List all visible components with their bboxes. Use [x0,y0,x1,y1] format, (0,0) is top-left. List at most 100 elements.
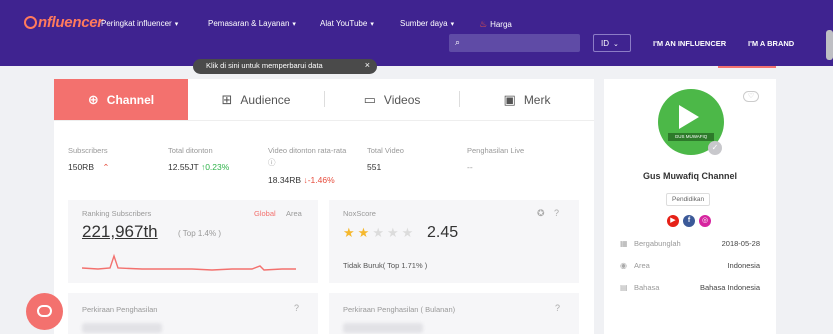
grid-icon: ⊞ [221,92,233,107]
menu-pricing[interactable]: ♨ Harga [479,19,512,30]
subscribers-value: 150RB ⌃ [68,162,110,173]
globe-icon: ⊕ [87,92,99,107]
subscribers-label: Subscribers [68,146,108,155]
total-video-label: Total Video [367,146,404,155]
refresh-tooltip[interactable]: Klik di sini untuk memperbarui data × [193,59,377,74]
chat-bubble-icon [37,305,52,317]
ranking-top: ( Top 1.4% ) [178,229,221,238]
ranking-area-toggle[interactable]: Area [286,209,302,218]
tab-channel[interactable]: ⊕ Channel [54,79,188,120]
video-icon: ▭ [363,92,376,107]
youtube-icon[interactable]: ▶ [667,215,679,227]
noxscore-stars: ★★★★★ [343,225,416,241]
live-income-label: Penghasilan Live [467,146,525,155]
area-value: Indonesia [727,261,760,270]
star-icon: ★ [401,225,417,240]
trend-icon: ⌃ [102,162,110,172]
subscribers-number: 150RB [68,162,94,172]
chevron-down-icon: ▾ [370,21,374,28]
monthly-earnings-label: Perkiraan Penghasilan ( Bulanan) [343,305,456,314]
earnings-label: Perkiraan Penghasilan [82,305,158,314]
category-badge: Pendidikan [666,193,711,206]
avg-views-change: -1.46% [307,175,335,185]
tab-videos[interactable]: ▭ Videos [325,79,459,120]
total-views-label: Total ditonton [168,146,213,155]
joined-label: Bergabunglah [634,239,681,248]
ranking-sparkline [82,253,296,271]
search-icon: ⌕ [455,37,461,47]
star-icon: ★ [372,225,387,240]
chat-button[interactable] [26,293,63,330]
brand-underline [718,66,776,68]
star-icon: ★ [343,225,358,240]
instagram-icon[interactable]: ◎ [699,215,711,227]
avg-views-value: 18.34RB ↓-1.46% [268,175,335,185]
star-icon: ★ [357,225,373,240]
noxscore-value: 2.45 [427,224,459,241]
monthly-earnings-panel: Perkiraan Penghasilan ( Bulanan) ? [329,293,579,334]
menu-label: Peringkat influencer [101,19,172,28]
avatar-banner: GUS MUWAFIQ [668,133,714,141]
earnings-panel: Perkiraan Penghasilan ? [68,293,318,334]
chevron-down-icon: ⌄ [613,41,619,48]
top-nav: nfluencer Peringkat influencer ▾ Pemasara… [0,0,833,66]
noxscore-panel: NoxScore ✪ ? ★★★★★ 2.45 Tidak Buruk( Top… [329,200,579,283]
heart-icon[interactable]: ♡ [743,91,759,102]
avg-views-label: Video ditonton rata-rata [268,146,347,155]
language-label: Bahasa [634,283,660,292]
total-views-value: 12.55JT ↑0.23% [168,162,229,172]
close-icon[interactable]: × [365,60,370,70]
menu-youtube-tools[interactable]: Alat YouTube ▾ [320,19,374,28]
tooltip-text: Klik di sini untuk memperbarui data [206,61,323,70]
info-icon[interactable]: ⓘ [268,157,276,168]
menu-label: Alat YouTube [320,19,368,28]
noxscore-desc: Tidak Buruk( Top 1.71% ) [343,261,428,270]
logo[interactable]: nfluencer [24,14,103,31]
language-select[interactable]: ID ⌄ [593,34,631,52]
ranking-value: 221,967th [82,222,158,241]
menu-label: Pemasaran & Layanan [208,19,290,28]
scrollbar[interactable] [826,30,833,60]
menu-resources[interactable]: Sumber daya ▾ [400,19,454,28]
badge-icon: ✪ [537,208,545,218]
brand-button[interactable]: I'M A BRAND [748,39,794,48]
blurred-value [343,323,423,333]
ranking-label: Ranking Subscribers [82,209,152,218]
play-icon [679,105,699,129]
tab-audience[interactable]: ⊞ Audience [189,79,323,120]
channel-overview-card: ⊕ Channel ⊞ Audience ▭ Videos ▣ Merk Subscri… [54,79,594,334]
fire-icon: ♨ [479,19,488,29]
influencer-button[interactable]: I'M AN INFLUENCER [653,39,726,48]
menu-marketing-services[interactable]: Pemasaran & Layanan ▾ [208,19,296,28]
live-income-value: -- [467,162,473,172]
help-icon[interactable]: ? [555,303,560,313]
chevron-down-icon: ▾ [292,21,296,28]
help-icon[interactable]: ? [554,208,559,218]
language-icon: ▤ [620,283,628,292]
search-input[interactable]: ⌕ [449,34,580,52]
area-label: Area [634,261,650,270]
chevron-down-icon: ▾ [174,21,179,28]
tab-merk[interactable]: ▣ Merk [460,79,594,120]
location-icon: ◉ [620,261,627,270]
help-icon[interactable]: ? [294,303,299,313]
menu-influencer-ranking[interactable]: Peringkat influencer ▾ [101,19,178,28]
tab-label: Channel [106,93,155,107]
total-views-number: 12.55JT [168,162,199,172]
channel-profile-card: GUS MUWAFIQ ✓ ♡ Gus Muwafiq Channel Pend… [604,79,776,334]
star-icon: ★ [386,225,402,240]
total-video-value: 551 [367,162,382,172]
language-value: Bahasa Indonesia [699,283,760,292]
tab-bar: ⊕ Channel ⊞ Audience ▭ Videos ▣ Merk [54,79,594,121]
menu-label: Harga [490,20,512,29]
blurred-value [82,323,162,333]
total-views-change: 0.23% [205,162,230,172]
joined-value: 2018-05-28 [721,239,760,248]
avg-views-number: 18.34RB [268,175,302,185]
language-value: ID [601,39,609,48]
ranking-panel: Ranking Subscribers Global Area 221,967t… [68,200,318,283]
box-icon: ▣ [503,92,516,107]
verified-icon: ✓ [708,141,722,155]
ranking-global-toggle[interactable]: Global [254,209,276,218]
facebook-icon[interactable]: f [683,215,695,227]
